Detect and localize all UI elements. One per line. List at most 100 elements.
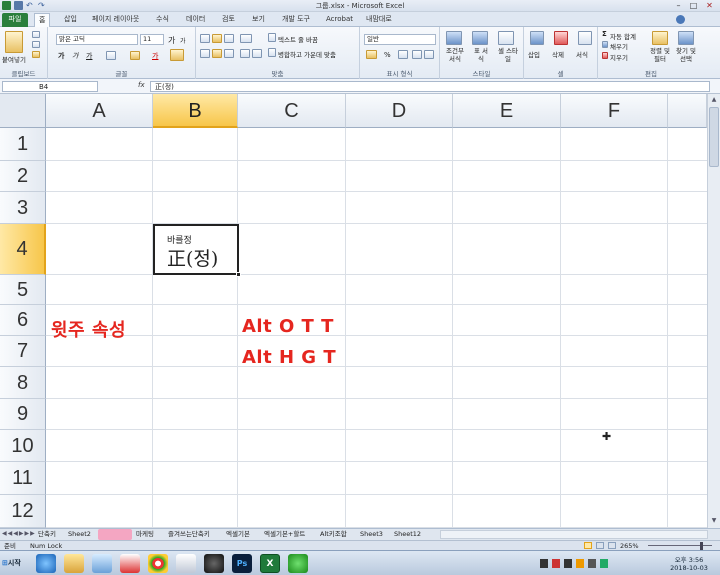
shrink-font-button[interactable]: 가 (180, 36, 186, 45)
tab-view[interactable]: 보기 (248, 13, 269, 27)
sheet-tab[interactable]: 마케팅 (134, 529, 156, 540)
sheet-tab[interactable]: Alt키조합 (318, 529, 349, 540)
row-header-2[interactable]: 2 (0, 161, 46, 192)
fill-button[interactable]: 채우기 (610, 41, 628, 51)
bold-button[interactable]: 가 (58, 51, 64, 61)
fill-color-icon[interactable] (130, 51, 140, 60)
tab-file[interactable]: 파일 (2, 13, 28, 27)
active-cell-b4[interactable]: 바를정 正(정) (153, 224, 241, 277)
app-icon[interactable] (92, 554, 112, 573)
find-select-icon[interactable] (678, 31, 694, 45)
vertical-scrollbar[interactable]: ▲ ▼ (707, 94, 720, 528)
sort-filter-button[interactable]: 정렬 및 필터 (648, 47, 672, 63)
fill-handle[interactable] (236, 272, 241, 277)
formula-input[interactable]: 正(정) (150, 81, 710, 92)
row-header-11[interactable]: 11 (0, 462, 46, 495)
refresh-app-icon[interactable] (288, 554, 308, 573)
scroll-down-icon[interactable]: ▼ (709, 517, 719, 526)
sheet-tab[interactable]: Sheet2 (66, 529, 93, 540)
paste-button[interactable]: 붙여넣기 (2, 54, 26, 64)
normal-view-icon[interactable] (584, 542, 592, 549)
chrome-icon[interactable] (148, 554, 168, 573)
merge-center-icon[interactable] (268, 48, 276, 57)
start-button[interactable]: ⊞시작 (2, 554, 30, 573)
cell-c7[interactable]: Alt H G T (242, 347, 336, 368)
tab-formulas[interactable]: 수식 (152, 13, 173, 27)
increase-indent-icon[interactable] (252, 49, 262, 58)
help-icon[interactable] (676, 15, 685, 24)
tab-acrobat[interactable]: Acrobat (322, 13, 357, 27)
cell-c6[interactable]: Alt O T T (242, 316, 334, 337)
align-middle-icon[interactable] (212, 34, 222, 43)
insert-function-button[interactable]: fx (138, 81, 145, 89)
column-header-a[interactable]: A (46, 94, 153, 128)
autosum-icon[interactable]: Σ (602, 30, 607, 38)
decrease-indent-icon[interactable] (240, 49, 250, 58)
paste-icon[interactable] (5, 31, 23, 53)
italic-button[interactable]: 가 (72, 51, 78, 61)
scroll-up-icon[interactable]: ▲ (709, 96, 719, 105)
sheet-tab[interactable]: 즐겨쓰는단축키 (166, 529, 212, 540)
tab-home[interactable]: 홈 (34, 13, 51, 27)
copy-icon[interactable] (32, 41, 40, 48)
row-header-4[interactable]: 4 (0, 224, 46, 275)
align-center-icon[interactable] (212, 49, 222, 58)
underline-button[interactable]: 가 (86, 51, 92, 61)
media-icon[interactable] (176, 554, 196, 573)
nox-icon[interactable] (204, 554, 224, 573)
clear-icon[interactable] (602, 52, 608, 59)
format-cells-button[interactable]: 서식 (576, 49, 588, 59)
orientation-icon[interactable] (240, 34, 252, 43)
align-right-icon[interactable] (224, 49, 234, 58)
clock-time[interactable]: 오후 3:56 (664, 554, 714, 564)
sheet-tab[interactable]: Sheet12 (392, 529, 423, 540)
column-header-b[interactable]: B (153, 94, 238, 128)
cut-icon[interactable] (32, 31, 40, 38)
column-header-e[interactable]: E (453, 94, 561, 128)
delete-cells-icon[interactable] (554, 31, 568, 45)
name-box[interactable]: B4 (2, 81, 98, 92)
border-icon[interactable] (106, 51, 116, 60)
find-select-button[interactable]: 찾기 및 선택 (674, 47, 698, 63)
conditional-format-icon[interactable] (446, 31, 462, 45)
row-header-8[interactable]: 8 (0, 367, 46, 399)
sheet-nav-icon[interactable]: ◀◀◀▶▶▶ (2, 530, 36, 537)
folder-icon[interactable] (64, 554, 84, 573)
horizontal-scrollbar[interactable] (440, 530, 708, 539)
row-header-3[interactable]: 3 (0, 192, 46, 224)
insert-cells-icon[interactable] (530, 31, 544, 45)
row-header-1[interactable]: 1 (0, 128, 46, 161)
tab-review[interactable]: 검토 (218, 13, 239, 27)
grow-font-button[interactable]: 가 (168, 35, 175, 46)
clear-button[interactable]: 지우기 (610, 52, 628, 62)
merge-center-button[interactable]: 병합하고 가운데 맞춤 (278, 49, 336, 59)
column-header-f[interactable]: F (561, 94, 668, 128)
align-top-icon[interactable] (200, 34, 210, 43)
row-header-9[interactable]: 9 (0, 399, 46, 430)
autosum-button[interactable]: 자동 합계 (610, 31, 636, 41)
row-header-6[interactable]: 6 (0, 305, 46, 336)
close-button[interactable]: ✕ (703, 1, 716, 10)
page-break-view-icon[interactable] (608, 542, 616, 549)
minimize-button[interactable]: – (672, 1, 685, 10)
row-header-7[interactable]: 7 (0, 336, 46, 367)
tab-data[interactable]: 데이터 (182, 13, 209, 27)
number-format-select[interactable]: 일반 (364, 34, 436, 45)
insert-cells-button[interactable]: 삽입 (528, 49, 540, 59)
tab-developer[interactable]: 개발 도구 (278, 13, 314, 27)
decrease-decimal-icon[interactable] (424, 50, 434, 59)
cell-styles-button[interactable]: 셀 스타일 (496, 47, 520, 63)
percent-button[interactable]: % (384, 51, 391, 59)
column-header-c[interactable]: C (238, 94, 346, 128)
tab-page-layout[interactable]: 페이지 레이아웃 (88, 13, 143, 27)
snipping-tool-icon[interactable] (120, 554, 140, 573)
fill-icon[interactable] (602, 41, 608, 48)
ie-icon[interactable] (36, 554, 56, 573)
sheet-tab-active[interactable] (98, 529, 132, 540)
font-name-select[interactable]: 맑은 고딕 (56, 34, 138, 45)
row-header-12[interactable]: 12 (0, 495, 46, 528)
align-left-icon[interactable] (200, 49, 210, 58)
currency-icon[interactable] (366, 50, 377, 59)
font-size-select[interactable]: 11 (140, 34, 164, 45)
sheet-tab[interactable]: Sheet3 (358, 529, 385, 540)
